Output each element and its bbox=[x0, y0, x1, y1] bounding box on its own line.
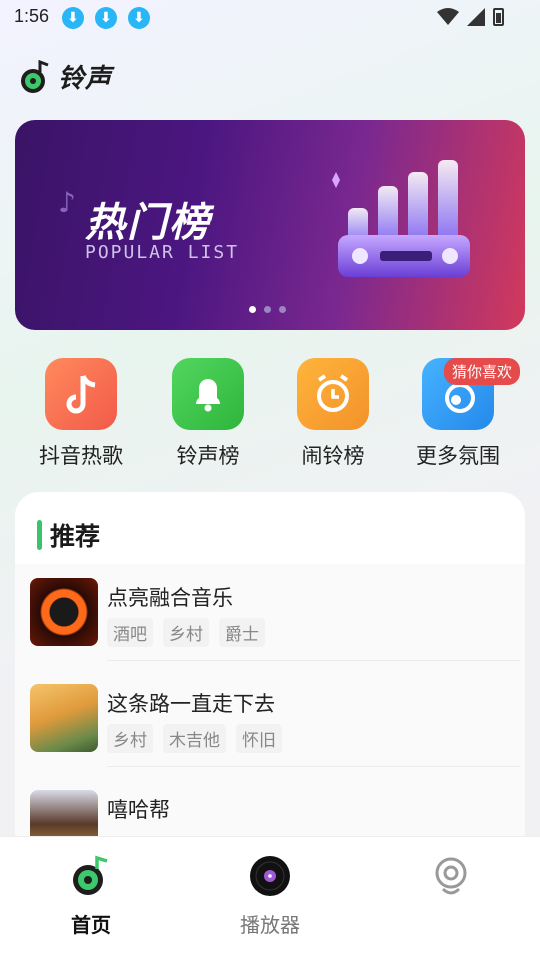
pagination-dot[interactable] bbox=[264, 306, 271, 313]
quick-link-label: 抖音热歌 bbox=[39, 444, 123, 468]
banner-title: 热门榜 bbox=[85, 200, 211, 246]
banner-pagination bbox=[249, 306, 286, 313]
battery-icon bbox=[493, 8, 504, 26]
tag: 爵士 bbox=[219, 618, 265, 647]
tab-player[interactable]: 播放器 bbox=[210, 855, 330, 938]
download-icon: ⬇ bbox=[128, 7, 150, 29]
app-title: 铃声 bbox=[58, 64, 113, 94]
tag: 木吉他 bbox=[163, 724, 226, 753]
vinyl-record-icon bbox=[250, 856, 290, 896]
banner-subtitle: POPULAR LIST bbox=[85, 242, 240, 263]
song-title: 嘻哈帮 bbox=[107, 798, 170, 822]
bottom-nav: 首页 播放器 bbox=[0, 836, 540, 961]
quick-link-label: 更多氛围 bbox=[416, 444, 500, 468]
section-title: 推荐 bbox=[50, 522, 101, 551]
quick-link-label: 闹铃榜 bbox=[301, 444, 365, 468]
quick-link-alarm[interactable]: 闹铃榜 bbox=[278, 358, 388, 470]
quick-link-label: 铃声榜 bbox=[176, 444, 240, 468]
song-title: 点亮融合音乐 bbox=[107, 586, 233, 610]
hot-list-banner[interactable]: ♪ 热门榜 POPULAR LIST bbox=[15, 120, 525, 330]
status-bar: 1:56 ⬇ ⬇ ⬇ bbox=[0, 0, 540, 36]
bell-icon bbox=[172, 358, 244, 430]
list-item[interactable]: 点亮融合音乐 酒吧 乡村 爵士 bbox=[30, 578, 520, 668]
tab-label: 播放器 bbox=[240, 913, 300, 937]
tag-list: 酒吧 乡村 爵士 bbox=[107, 618, 265, 647]
tab-home[interactable]: 首页 bbox=[31, 855, 151, 938]
album-cover bbox=[30, 578, 98, 646]
status-time: 1:56 bbox=[14, 6, 50, 26]
tag: 怀旧 bbox=[236, 724, 282, 753]
tab-label: 首页 bbox=[71, 913, 111, 937]
wifi-icon bbox=[437, 8, 459, 25]
download-icon: ⬇ bbox=[95, 7, 117, 29]
signal-icon bbox=[467, 8, 485, 26]
guess-you-like-badge: 猜你喜欢 bbox=[444, 358, 521, 385]
song-title: 这条路一直走下去 bbox=[107, 692, 275, 716]
tag: 酒吧 bbox=[107, 618, 153, 647]
divider bbox=[107, 660, 520, 661]
tag: 乡村 bbox=[163, 618, 209, 647]
song-list: 点亮融合音乐 酒吧 乡村 爵士 这条路一直走下去 乡村 木吉他 怀旧 嘻哈帮 bbox=[15, 564, 525, 872]
app-header: 铃声 bbox=[20, 58, 112, 95]
section-accent-bar bbox=[37, 520, 42, 550]
system-icons bbox=[437, 8, 504, 26]
quick-links: 抖音热歌 铃声榜 闹铃榜 更多氛围 猜你喜欢 bbox=[0, 358, 540, 478]
tag: 乡村 bbox=[107, 724, 153, 753]
tiktok-icon bbox=[45, 358, 117, 430]
music-note-icon: ♪ bbox=[58, 186, 76, 219]
recommend-card: 推荐 点亮融合音乐 酒吧 乡村 爵士 这条路一直走下去 乡村 木吉他 怀旧 嘻哈 bbox=[15, 492, 525, 872]
download-icon: ⬇ bbox=[62, 7, 84, 29]
home-music-icon bbox=[73, 855, 108, 895]
tag-list: 乡村 木吉他 怀旧 bbox=[107, 724, 282, 753]
list-item[interactable]: 这条路一直走下去 乡村 木吉他 怀旧 bbox=[30, 684, 520, 774]
section-header: 推荐 bbox=[37, 517, 100, 553]
quick-link-tiktok[interactable]: 抖音热歌 bbox=[26, 358, 136, 470]
album-cover bbox=[30, 684, 98, 752]
pagination-dot[interactable] bbox=[249, 306, 256, 313]
app-logo-icon bbox=[21, 59, 49, 93]
quick-link-ringtones[interactable]: 铃声榜 bbox=[153, 358, 263, 470]
tab-profile[interactable] bbox=[391, 855, 511, 901]
profile-icon bbox=[435, 857, 467, 895]
radio-equalizer-icon bbox=[332, 160, 470, 277]
alarm-clock-icon bbox=[297, 358, 369, 430]
divider bbox=[107, 766, 520, 767]
pagination-dot[interactable] bbox=[279, 306, 286, 313]
